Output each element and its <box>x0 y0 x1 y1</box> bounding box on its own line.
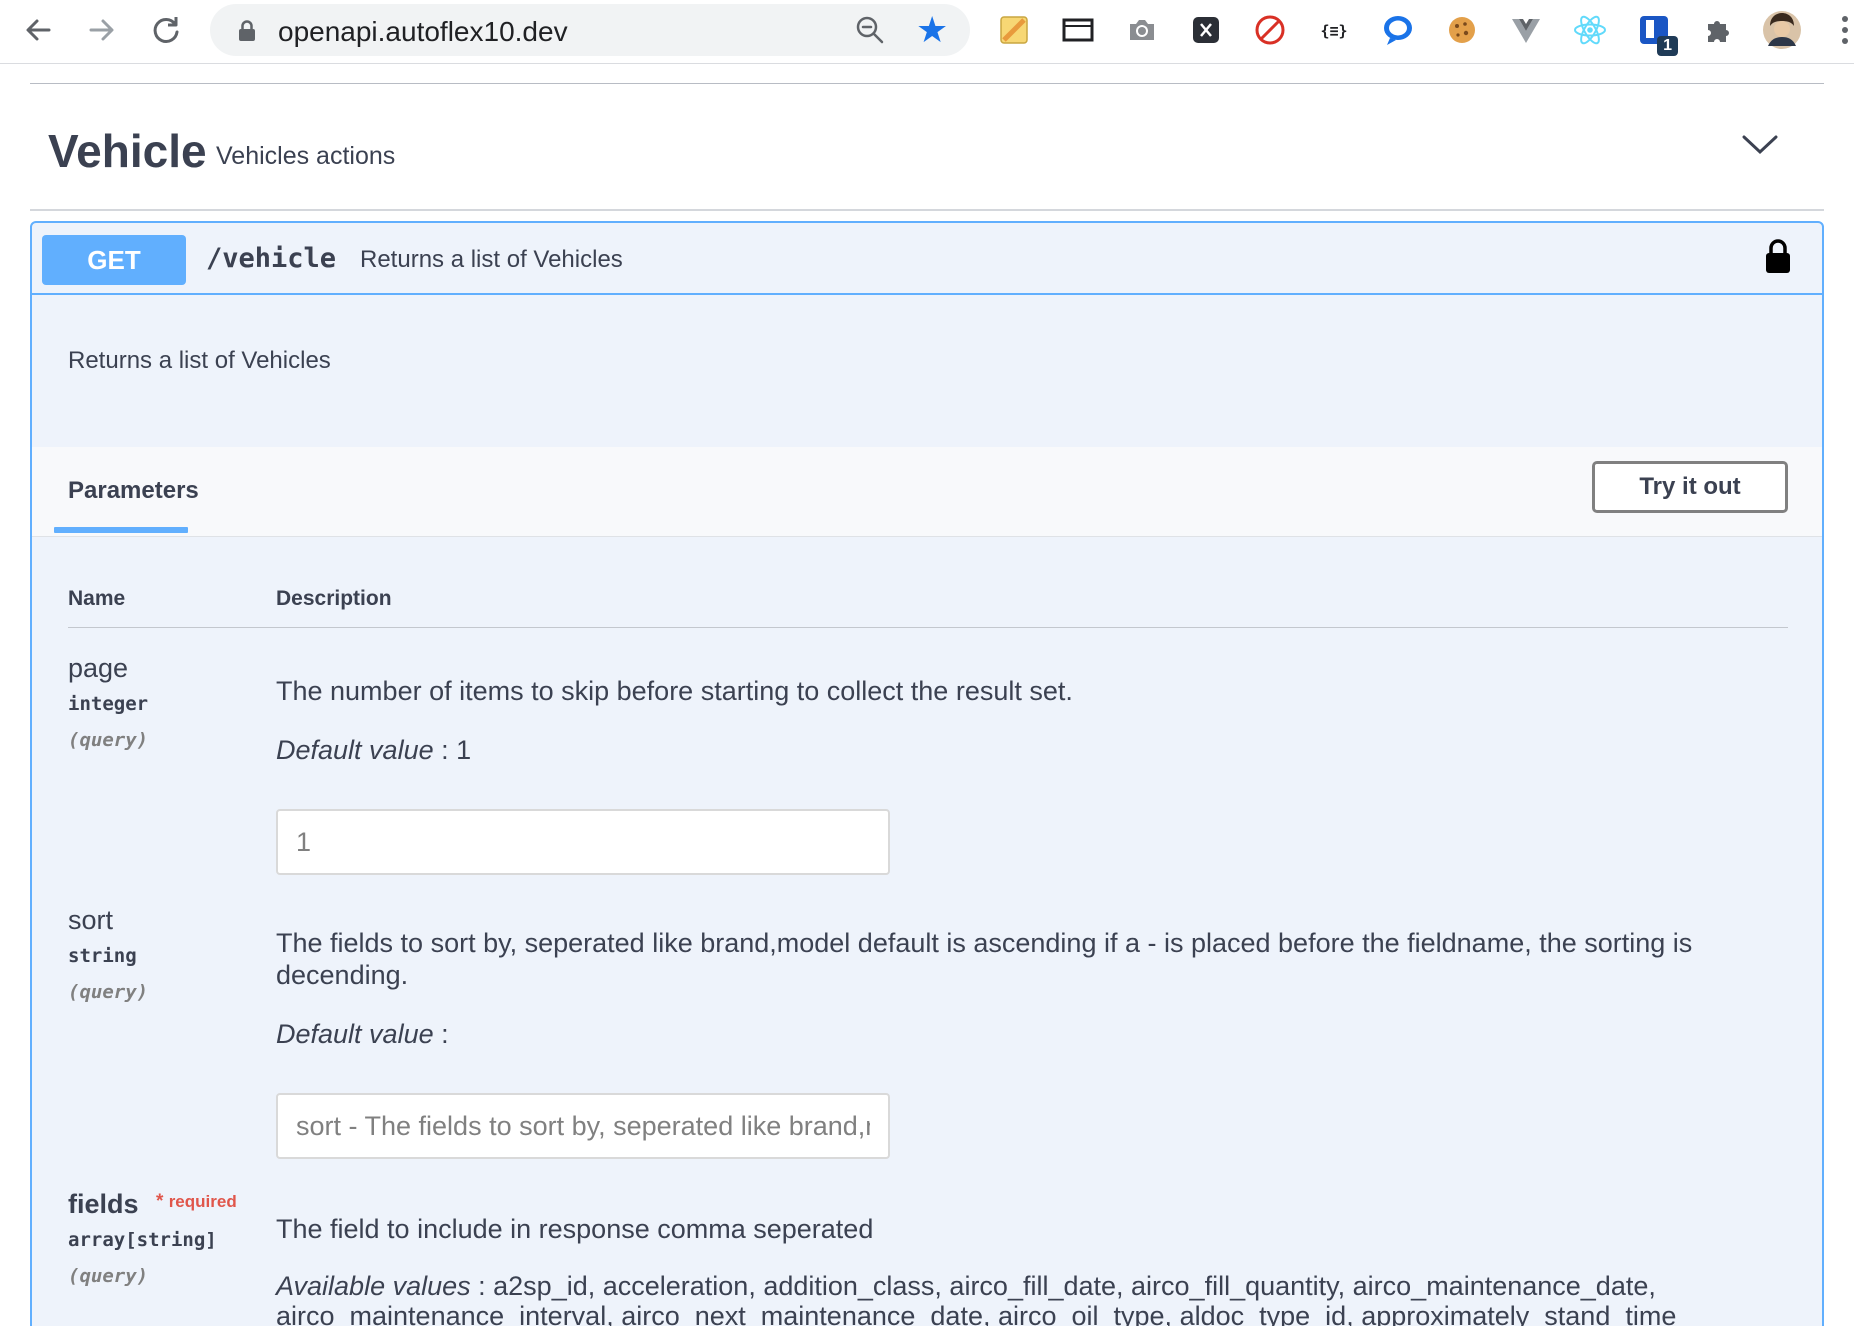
camera-extension-icon[interactable] <box>1122 10 1162 50</box>
svg-text:{≡}: {≡} <box>1320 22 1347 40</box>
swagger-page: Vehicle Vehicles actions GET /vehicle Re… <box>0 64 1854 1326</box>
param-default-sort: Default value : <box>276 1019 449 1050</box>
react-devtools-icon[interactable] <box>1570 10 1610 50</box>
reload-icon[interactable] <box>146 10 186 50</box>
param-location-fields: (query) <box>68 1265 149 1287</box>
available-values-label: Available values <box>276 1271 471 1301</box>
required-label: required <box>168 1192 237 1211</box>
authorization-lock-icon[interactable] <box>1764 239 1792 280</box>
operation-path: /vehicle <box>206 243 337 274</box>
tag-header-vehicle[interactable]: Vehicle Vehicles actions <box>30 84 1824 211</box>
chevron-down-icon[interactable] <box>1742 134 1778 161</box>
lock-icon[interactable] <box>238 20 256 47</box>
x-extension-icon[interactable] <box>1186 10 1226 50</box>
default-value: : 1 <box>433 735 472 765</box>
extensions-puzzle-icon[interactable] <box>1698 10 1738 50</box>
default-label: Default value <box>276 735 434 765</box>
column-header-description: Description <box>276 587 392 610</box>
screenshot-frame-extension-icon[interactable] <box>1058 10 1098 50</box>
param-description-sort: The fields to sort by, seperated like br… <box>276 928 1693 990</box>
param-name-page: page <box>68 653 129 683</box>
operation-block-get-vehicle: GET /vehicle Returns a list of Vehicles … <box>30 221 1824 1326</box>
operation-description: Returns a list of Vehicles <box>68 347 331 374</box>
profile-avatar[interactable] <box>1762 10 1802 50</box>
operation-summary[interactable]: GET /vehicle Returns a list of Vehicles <box>32 223 1822 295</box>
forward-icon[interactable] <box>82 10 122 50</box>
blocker-extension-icon[interactable] <box>1250 10 1290 50</box>
param-type-page: integer <box>68 693 149 715</box>
required-star: * <box>156 1191 164 1212</box>
param-default-page: Default value : 1 <box>276 735 471 766</box>
bookmark-star-icon[interactable]: ★ <box>916 10 948 50</box>
http-method-badge: GET <box>42 235 186 285</box>
json-formatter-extension-icon[interactable]: {≡} <box>1314 10 1354 50</box>
cookie-extension-icon[interactable] <box>1442 10 1482 50</box>
column-header-name: Name <box>68 587 126 610</box>
url-text[interactable]: openapi.autoflex10.dev <box>278 16 568 48</box>
required-marker: * required <box>156 1191 237 1213</box>
param-type-fields: array[string] <box>68 1229 217 1251</box>
color-picker-extension-icon[interactable] <box>994 10 1034 50</box>
default-label: Default value <box>276 1019 434 1049</box>
zoom-out-icon[interactable] <box>854 14 886 51</box>
tab-active-indicator <box>54 527 188 533</box>
chrome-menu-icon[interactable] <box>1836 12 1854 48</box>
tab-parameters[interactable]: Parameters <box>54 447 199 537</box>
try-it-out-button[interactable]: Try it out <box>1592 461 1788 513</box>
tab-parameters-label: Parameters <box>68 477 199 504</box>
browser-toolbar: openapi.autoflex10.dev ★ {≡} 1 <box>0 0 1854 64</box>
operation-summary-text: Returns a list of Vehicles <box>360 246 623 273</box>
param-available-values-fields: Available values : a2sp_id, acceleration… <box>276 1271 1796 1326</box>
param-name-sort: sort <box>68 905 114 935</box>
param-input-page[interactable] <box>276 809 890 875</box>
param-input-sort[interactable] <box>276 1093 890 1159</box>
vue-devtools-icon[interactable] <box>1506 10 1546 50</box>
param-description-page: The number of items to skip before start… <box>276 676 1073 706</box>
param-location-page: (query) <box>68 729 149 751</box>
header-divider <box>68 627 1788 628</box>
param-location-sort: (query) <box>68 981 149 1003</box>
param-description-fields: The field to include in response comma s… <box>276 1214 874 1244</box>
chat-bubble-extension-icon[interactable] <box>1378 10 1418 50</box>
badge-extension-icon[interactable]: 1 <box>1634 10 1678 56</box>
back-icon[interactable] <box>18 10 58 50</box>
address-bar[interactable]: openapi.autoflex10.dev ★ <box>210 4 970 56</box>
parameters-header: Parameters Try it out <box>32 447 1822 537</box>
param-type-sort: string <box>68 945 137 967</box>
default-value: : <box>433 1019 449 1049</box>
param-name-fields: fields <box>68 1189 139 1219</box>
extension-badge-count: 1 <box>1657 36 1678 56</box>
available-values-list: : a2sp_id, acceleration, addition_class,… <box>276 1271 1677 1326</box>
tag-title[interactable]: Vehicle <box>48 124 207 178</box>
tag-description: Vehicles actions <box>216 142 396 170</box>
